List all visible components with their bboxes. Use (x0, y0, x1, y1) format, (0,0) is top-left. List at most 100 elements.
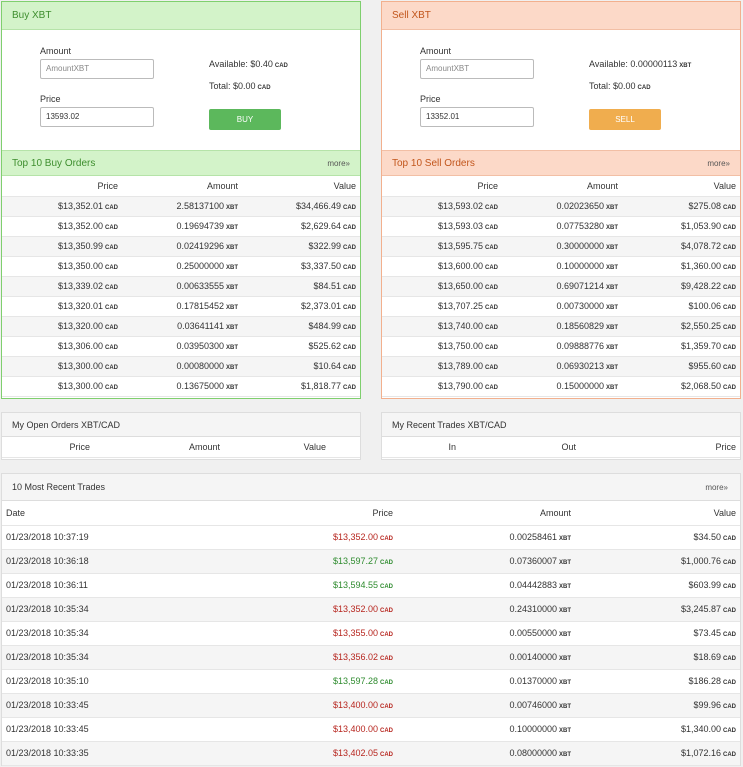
trade-value: $603.99 CAD (575, 573, 740, 598)
order-row[interactable]: $13,350.99 CAD 0.02419296 XBT $322.99 CAD (2, 236, 360, 257)
order-row[interactable]: $13,650.00 CAD 0.69071214 XBT $9,428.22 CAD (382, 276, 740, 297)
order-price: $13,750.00 CAD (382, 336, 502, 357)
col-value: Value (224, 437, 360, 458)
order-row[interactable]: $13,339.02 CAD 0.00633555 XBT $84.51 CAD (2, 276, 360, 297)
order-price: $13,350.99 CAD (2, 236, 122, 257)
order-value: $4,078.72 CAD (622, 236, 740, 257)
trade-date: 01/23/2018 10:35:34 (2, 645, 202, 670)
order-price: $13,740.00 CAD (382, 316, 502, 337)
trade-price: $13,597.27 CAD (202, 549, 397, 574)
order-amount: 0.03950300 XBT (122, 336, 242, 357)
col-amount: Amount (94, 437, 224, 458)
order-price: $13,790.00 CAD (382, 376, 502, 397)
sell-price-label: Price (420, 94, 441, 104)
order-price: $13,352.00 CAD (2, 216, 122, 237)
order-price: $13,595.75 CAD (382, 236, 502, 257)
col-date: Date (2, 501, 202, 526)
trade-price: $13,355.00 CAD (202, 621, 397, 646)
order-value: $275.08 CAD (622, 196, 740, 217)
trade-price: $13,402.05 CAD (202, 741, 397, 766)
order-amount: 0.00633555 XBT (122, 276, 242, 297)
order-price: $13,320.00 CAD (2, 316, 122, 337)
trade-row: 01/23/2018 10:35:34 $13,356.02 CAD 0.001400… (2, 645, 740, 670)
col-amount: Amount (122, 176, 242, 197)
order-row[interactable]: $13,750.00 CAD 0.09888776 XBT $1,359.70 CAD (382, 336, 740, 357)
order-value: $10.64 CAD (242, 356, 360, 377)
trade-value: $34.50 CAD (575, 525, 740, 550)
buy-available: Available: $0.40 CAD (209, 59, 288, 69)
trade-row: 01/23/2018 10:36:11 $13,594.55 CAD 0.044428… (2, 573, 740, 598)
order-value: $3,337.50 CAD (242, 256, 360, 277)
order-row[interactable]: $13,593.03 CAD 0.07753280 XBT $1,053.90 CAD (382, 216, 740, 237)
trade-date: 01/23/2018 10:35:10 (2, 669, 202, 694)
buy-amount-label: Amount (40, 46, 72, 56)
order-row[interactable]: $13,320.01 CAD 0.17815452 XBT $2,373.01 CAD (2, 296, 360, 317)
order-row[interactable]: $13,595.75 CAD 0.30000000 XBT $4,078.72 CAD (382, 236, 740, 257)
order-value: $2,068.50 CAD (622, 376, 740, 397)
col-value: Value (242, 176, 360, 197)
order-amount: 0.00080000 XBT (122, 356, 242, 377)
sell-price-input[interactable]: 13352.01 (420, 107, 534, 127)
trade-price: $13,400.00 CAD (202, 693, 397, 718)
order-row[interactable]: $13,790.00 CAD 0.15000000 XBT $2,068.50 CAD (382, 376, 740, 397)
sell-button[interactable]: SELL (589, 109, 661, 130)
sell-amount-input[interactable]: AmountXBT (420, 59, 534, 79)
order-price: $13,707.25 CAD (382, 296, 502, 317)
trade-amount: 0.00746000 XBT (397, 693, 575, 718)
order-row[interactable]: $13,707.25 CAD 0.00730000 XBT $100.06 CAD (382, 296, 740, 317)
trade-amount: 0.24310000 XBT (397, 597, 575, 622)
order-value: $484.99 CAD (242, 316, 360, 337)
trade-price: $13,352.00 CAD (202, 597, 397, 622)
order-value: $2,550.25 CAD (622, 316, 740, 337)
order-amount: 0.02419296 XBT (122, 236, 242, 257)
col-value: Value (575, 501, 740, 526)
order-row[interactable]: $13,352.01 CAD 2.58137100 XBT $34,466.49 CAD (2, 196, 360, 217)
order-amount: 0.09888776 XBT (502, 336, 622, 357)
my-recent-trades-title: My Recent Trades XBT/CAD (382, 413, 740, 437)
trade-date: 01/23/2018 10:37:19 (2, 525, 202, 550)
order-price: $13,593.02 CAD (382, 196, 502, 217)
order-amount: 0.17815452 XBT (122, 296, 242, 317)
order-row[interactable]: $13,600.00 CAD 0.10000000 XBT $1,360.00 CAD (382, 256, 740, 277)
order-price: $13,352.01 CAD (2, 196, 122, 217)
trade-date: 01/23/2018 10:35:34 (2, 621, 202, 646)
order-value: $2,629.64 CAD (242, 216, 360, 237)
order-value: $1,359.70 CAD (622, 336, 740, 357)
buy-amount-input[interactable]: AmountXBT (40, 59, 154, 79)
order-amount: 0.06930213 XBT (502, 356, 622, 377)
order-row[interactable]: $13,350.00 CAD 0.25000000 XBT $3,337.50 CAD (2, 256, 360, 277)
buy-button[interactable]: BUY (209, 109, 281, 130)
trade-row: 01/23/2018 10:33:45 $13,400.00 CAD 0.100000… (2, 717, 740, 742)
order-row[interactable]: $13,740.00 CAD 0.18560829 XBT $2,550.25 CAD (382, 316, 740, 337)
order-row[interactable]: $13,300.00 CAD 0.13675000 XBT $1,818.77 CAD (2, 376, 360, 397)
trade-row: 01/23/2018 10:33:45 $13,400.00 CAD 0.007460… (2, 693, 740, 718)
col-price: Price (202, 501, 397, 526)
buy-form: Amount AmountXBT Price 13593.02 Availabl… (2, 30, 360, 150)
order-row[interactable]: $13,352.00 CAD 0.19694739 XBT $2,629.64 CAD (2, 216, 360, 237)
order-row[interactable]: $13,300.00 CAD 0.00080000 XBT $10.64 CAD (2, 356, 360, 377)
order-price: $13,650.00 CAD (382, 276, 502, 297)
order-value: $1,360.00 CAD (622, 256, 740, 277)
trade-date: 01/23/2018 10:36:18 (2, 549, 202, 574)
trade-value: $1,340.00 CAD (575, 717, 740, 742)
buy-price-input[interactable]: 13593.02 (40, 107, 154, 127)
order-value: $9,428.22 CAD (622, 276, 740, 297)
sell-panel: Sell XBT Amount AmountXBT Price 13352.01… (381, 1, 741, 399)
sell-orders-header: Top 10 Sell Orders more» (382, 150, 740, 176)
order-value: $1,053.90 CAD (622, 216, 740, 237)
order-amount: 0.10000000 XBT (502, 256, 622, 277)
col-amount: Amount (397, 501, 575, 526)
order-row[interactable]: $13,789.00 CAD 0.06930213 XBT $955.60 CAD (382, 356, 740, 377)
recent-trades-table: Date Price Amount Value 01/23/2018 10:37… (2, 501, 740, 766)
recent-trades-more-link[interactable]: more» (705, 474, 728, 501)
col-amount: Amount (502, 176, 622, 197)
buy-total: Total: $0.00 CAD (209, 81, 271, 91)
order-value: $1,818.77 CAD (242, 376, 360, 397)
order-row[interactable]: $13,306.00 CAD 0.03950300 XBT $525.62 CAD (2, 336, 360, 357)
buy-orders-more-link[interactable]: more» (327, 151, 350, 177)
trade-row: 01/23/2018 10:37:19 $13,352.00 CAD 0.002584… (2, 525, 740, 550)
order-row[interactable]: $13,593.02 CAD 0.02023650 XBT $275.08 CAD (382, 196, 740, 217)
sell-orders-more-link[interactable]: more» (707, 151, 730, 177)
order-row[interactable]: $13,320.00 CAD 0.03641141 XBT $484.99 CAD (2, 316, 360, 337)
trade-price: $13,594.55 CAD (202, 573, 397, 598)
